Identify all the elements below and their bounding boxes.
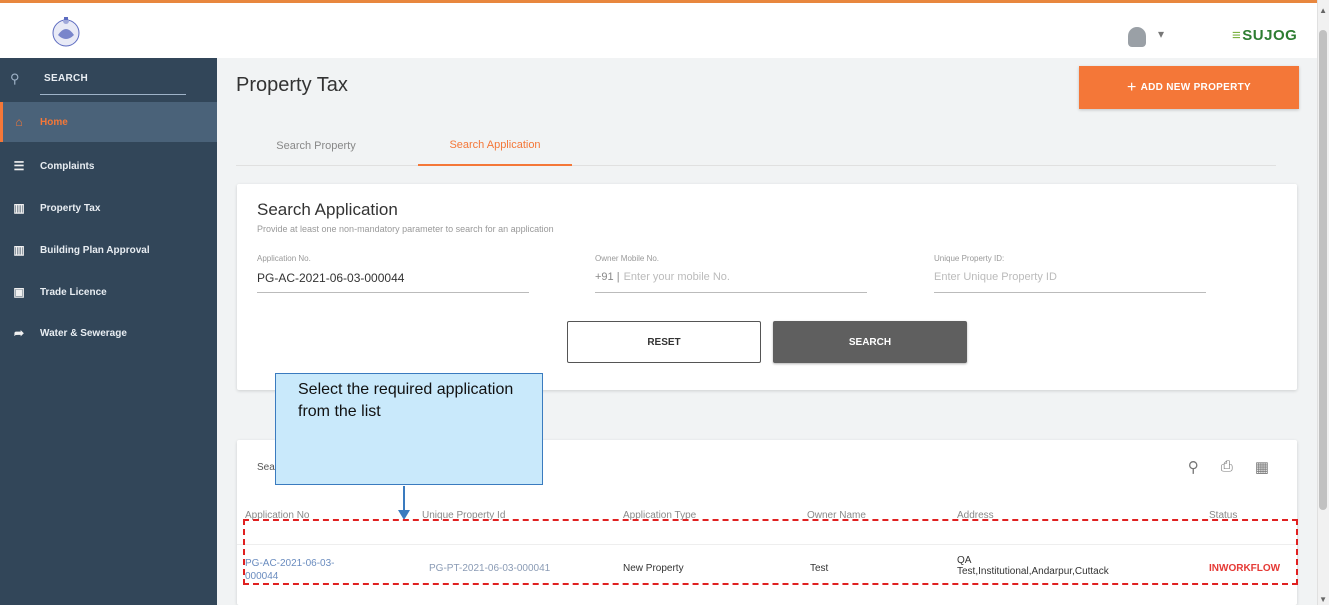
sidebar-item-label: Trade Licence	[40, 286, 107, 298]
owner-mobile-input[interactable]: +91 | Enter your mobile No.	[595, 271, 867, 293]
instruction-callout: Select the required application from the…	[275, 373, 543, 485]
brand-name: SUJOG	[1242, 27, 1298, 44]
unique-property-input[interactable]: Enter Unique Property ID	[934, 271, 1206, 293]
search-button[interactable]: SEARCH	[773, 321, 967, 363]
home-icon: ⌂	[15, 115, 23, 129]
trade-licence-icon: ▣	[13, 285, 25, 299]
sidebar-search-underline	[40, 94, 186, 95]
unique-property-field: Unique Property ID: Enter Unique Propert…	[934, 254, 1206, 293]
add-new-property-label: ADD NEW PROPERTY	[1140, 82, 1252, 93]
user-avatar-icon[interactable]	[1128, 27, 1146, 47]
sidebar-item-complaints[interactable]: ☰ Complaints	[0, 146, 217, 186]
sidebar-item-label: Water & Sewerage	[40, 327, 127, 339]
owner-mobile-label: Owner Mobile No.	[595, 254, 660, 263]
sidebar-item-building-plan[interactable]: ▥ Building Plan Approval	[0, 230, 217, 270]
user-menu-caret-icon[interactable]: ▾	[1158, 27, 1164, 41]
results-toolbar: ⚲ ⎙ ▦	[1188, 458, 1269, 476]
sidebar-item-label: Building Plan Approval	[40, 244, 150, 256]
row-highlight-box	[243, 519, 1298, 585]
owner-mobile-field: Owner Mobile No. +91 | Enter your mobile …	[595, 254, 867, 293]
sidebar-item-home[interactable]: ⌂ Home	[0, 102, 217, 142]
property-tax-icon: ▥	[13, 201, 25, 215]
add-new-property-button[interactable]: + ADD NEW PROPERTY	[1079, 66, 1299, 109]
page-title: Property Tax	[236, 74, 348, 96]
reset-button[interactable]: RESET	[567, 321, 761, 363]
building-icon: ▥	[13, 243, 25, 257]
country-code-prefix: +91 |	[595, 271, 620, 283]
application-no-input[interactable]: PG-AC-2021-06-03-000044	[257, 271, 529, 293]
top-bar: ▾ ≡SUJOG	[0, 0, 1329, 58]
complaints-icon: ☰	[13, 159, 25, 173]
scroll-up-arrow-icon[interactable]: ▲	[1319, 6, 1327, 15]
sidebar-search[interactable]: ⚲ SEARCH	[0, 58, 217, 102]
search-card-title: Search Application	[257, 200, 398, 219]
sidebar-item-trade-licence[interactable]: ▣ Trade Licence	[0, 272, 217, 312]
application-no-label: Application No.	[257, 254, 311, 263]
scroll-down-arrow-icon[interactable]: ▼	[1319, 595, 1327, 604]
application-no-field: Application No. PG-AC-2021-06-03-000044	[257, 254, 529, 293]
search-card-subtitle: Provide at least one non-mandatory param…	[257, 224, 554, 234]
page-scrollbar[interactable]: ▲ ▼	[1317, 0, 1329, 605]
columns-icon[interactable]: ▦	[1255, 458, 1269, 476]
water-icon: ➦	[13, 326, 25, 340]
brand-logo: ≡SUJOG	[1232, 27, 1297, 44]
sidebar-item-label: Complaints	[40, 160, 95, 172]
callout-arrow-line	[403, 486, 405, 512]
search-icon[interactable]: ⚲	[1188, 458, 1199, 476]
state-emblem-icon[interactable]	[48, 13, 84, 49]
search-application-card: Search Application Provide at least one …	[237, 184, 1297, 390]
search-icon: ⚲	[10, 71, 20, 86]
sidebar-search-label: SEARCH	[44, 73, 89, 84]
sidebar-item-water-sewerage[interactable]: ➦ Water & Sewerage	[0, 313, 217, 353]
owner-mobile-placeholder: Enter your mobile No.	[623, 271, 730, 283]
sidebar-item-label: Home	[40, 116, 68, 128]
sidebar: ⚲ SEARCH ⌂ Home ☰ Complaints ▥ Property …	[0, 58, 217, 605]
brand-prefix: ≡	[1232, 27, 1242, 44]
unique-property-label: Unique Property ID:	[934, 254, 1005, 263]
tab-bar: Search Property Search Application	[236, 126, 1276, 166]
plus-icon: +	[1126, 78, 1137, 96]
sidebar-item-property-tax[interactable]: ▥ Property Tax	[0, 188, 217, 228]
scroll-thumb[interactable]	[1319, 30, 1327, 510]
tab-search-application[interactable]: Search Application	[418, 126, 572, 166]
tab-search-property[interactable]: Search Property	[236, 126, 396, 166]
sidebar-item-label: Property Tax	[40, 202, 101, 214]
print-icon[interactable]: ⎙	[1221, 458, 1233, 476]
